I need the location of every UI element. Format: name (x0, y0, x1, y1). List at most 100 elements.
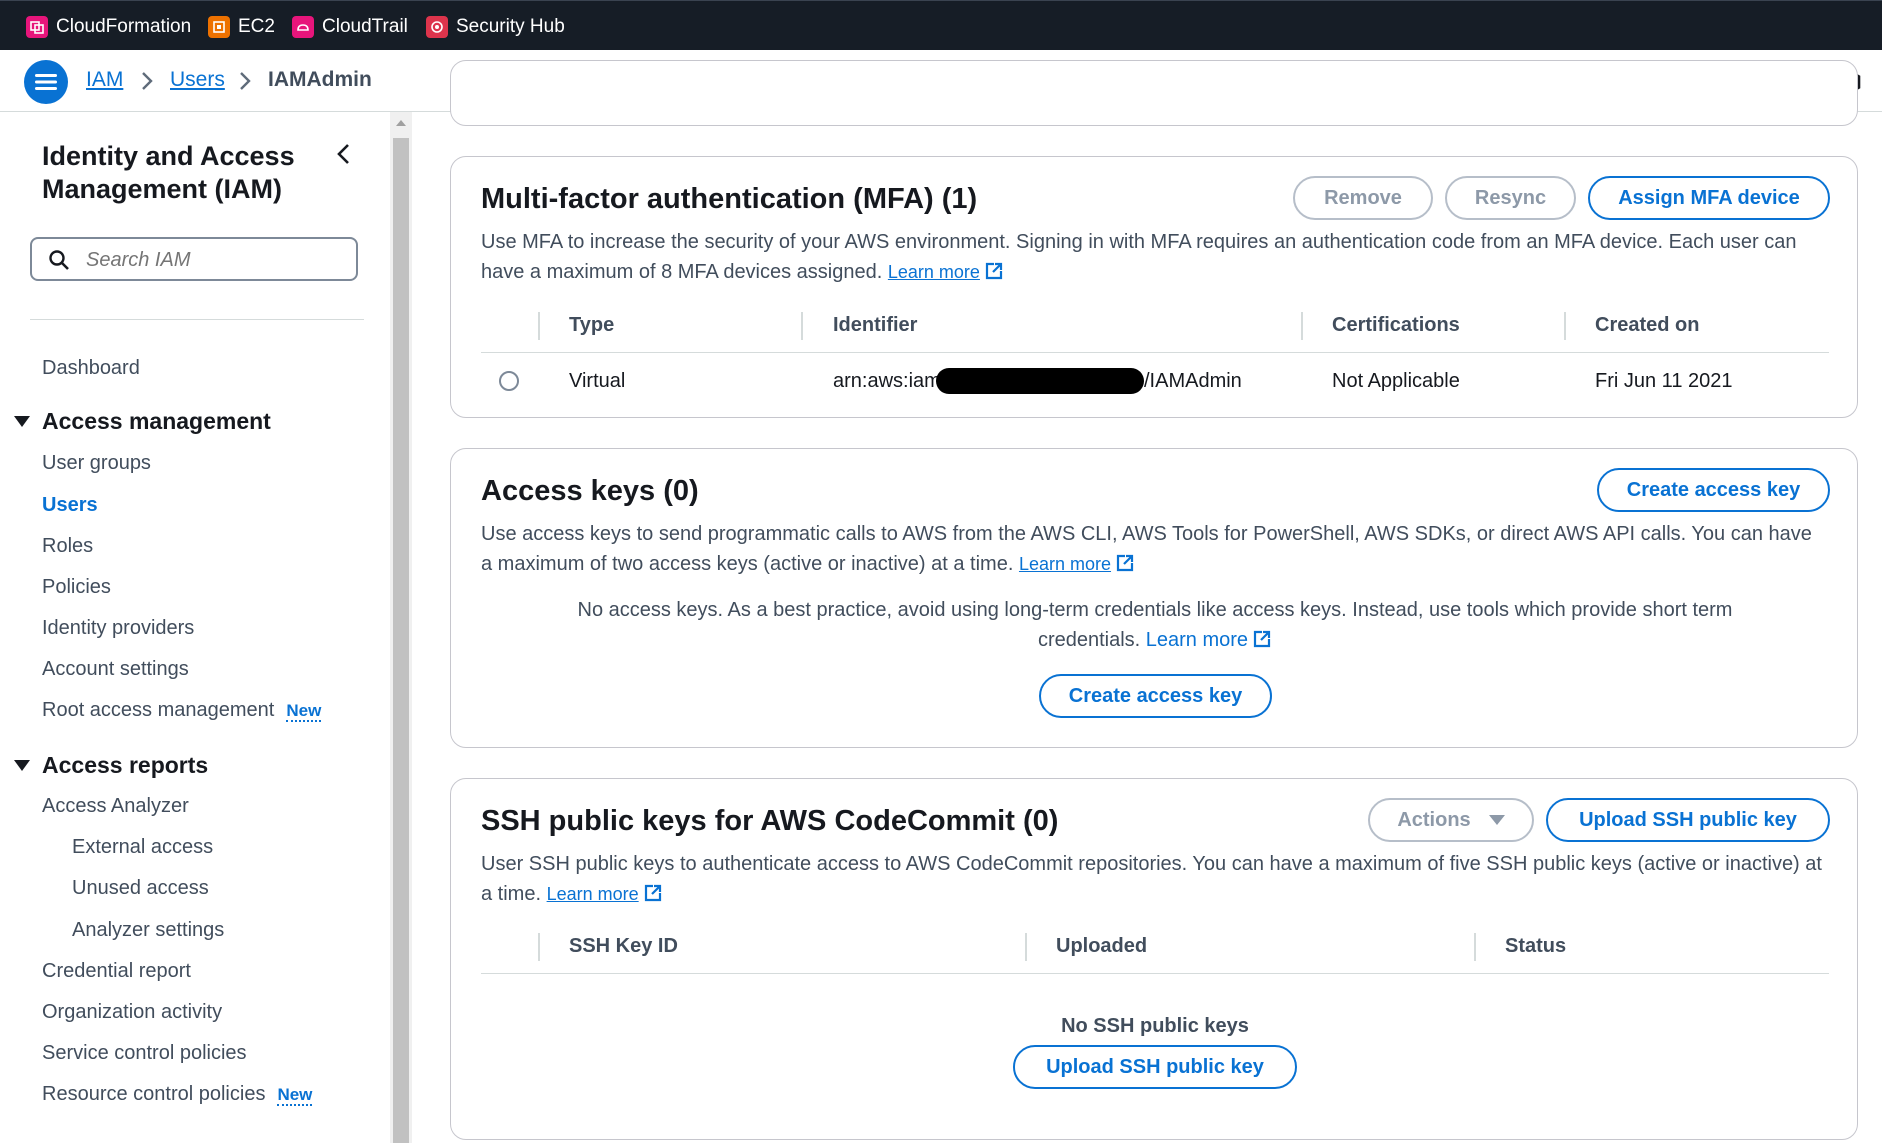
sidebar-scrollbar[interactable] (390, 112, 412, 1143)
nav-account-settings[interactable]: Account settings (42, 658, 189, 681)
learn-more-label: Learn more (1145, 629, 1249, 651)
learn-more-label: Learn more (887, 262, 980, 282)
actions-label: Actions (1397, 808, 1471, 831)
previous-panel-edge (450, 60, 1858, 126)
collapse-sidebar-icon[interactable] (334, 142, 354, 166)
column-separator (538, 312, 540, 340)
nav-resource-control-policies[interactable]: Resource control policies New (42, 1083, 313, 1106)
ssh-empty-text: No SSH public keys (1061, 1015, 1249, 1037)
ec2-icon (208, 16, 230, 38)
nav-section-access-management[interactable]: Access management (14, 408, 271, 435)
nav-unused-access[interactable]: Unused access (72, 877, 209, 900)
chevron-right-icon (240, 72, 251, 90)
favorite-cloudformation[interactable]: CloudFormation (26, 15, 191, 39)
access-keys-empty-line2: credentials. Learn more (481, 625, 1829, 655)
ssh-learn-more-link[interactable]: Learn more (547, 884, 663, 904)
nav-label: Resource control policies (42, 1083, 266, 1105)
remove-button[interactable]: Remove (1293, 176, 1433, 220)
column-separator (538, 933, 540, 961)
nav-access-analyzer[interactable]: Access Analyzer (42, 795, 189, 818)
scroll-thumb[interactable] (393, 138, 409, 1143)
mfa-identifier-prefix: arn:aws:iam (833, 370, 941, 392)
favorite-label: CloudFormation (56, 16, 192, 37)
access-keys-description: Use access keys to send programmatic cal… (481, 519, 1826, 579)
sidebar-title[interactable]: Identity and Access Management (IAM) (42, 140, 295, 206)
nav-analyzer-settings[interactable]: Analyzer settings (72, 919, 224, 942)
column-separator (1564, 312, 1566, 340)
favorite-security-hub[interactable]: Security Hub (426, 15, 565, 39)
cloudformation-icon (26, 16, 48, 38)
new-badge: New (277, 1085, 313, 1106)
mfa-description-text: Use MFA to increase the security of your… (481, 231, 1797, 283)
ssh-description-text: User SSH public keys to authenticate acc… (481, 853, 1822, 905)
actions-dropdown-button[interactable]: Actions (1368, 798, 1534, 842)
favorite-cloudtrail[interactable]: CloudTrail (292, 15, 408, 39)
nav-organization-activity[interactable]: Organization activity (42, 1001, 222, 1024)
access-keys-title: Access keys (0) (481, 475, 699, 507)
column-separator (1025, 933, 1027, 961)
nav-users[interactable]: Users (42, 494, 98, 517)
ssh-keys-panel: SSH public keys for AWS CodeCommit (0) A… (450, 778, 1858, 1140)
empty-text-label: credentials. (1037, 629, 1141, 651)
side-navigation: Identity and Access Management (IAM) Das… (0, 112, 391, 1143)
mfa-description: Use MFA to increase the security of your… (481, 227, 1826, 287)
favorite-label: EC2 (238, 16, 275, 37)
breadcrumb-current: IAMAdmin (268, 68, 372, 91)
mfa-title: Multi-factor authentication (MFA) (1) (481, 183, 978, 215)
favorite-label: Security Hub (456, 16, 565, 37)
table-header-divider (481, 973, 1829, 974)
upload-ssh-public-key-empty-button[interactable]: Upload SSH public key (1013, 1045, 1297, 1089)
nav-identity-providers[interactable]: Identity providers (42, 617, 194, 640)
nav-user-groups[interactable]: User groups (42, 452, 151, 475)
caret-down-icon (14, 416, 30, 427)
access-keys-panel: Access keys (0) Create access key Use ac… (450, 448, 1858, 748)
caret-down-icon (1488, 815, 1505, 825)
row-select-radio[interactable] (499, 371, 519, 391)
breadcrumb-users[interactable]: Users (170, 68, 225, 92)
chevron-right-icon (142, 72, 153, 90)
nav-section-access-reports[interactable]: Access reports (14, 752, 208, 779)
mfa-identifier-suffix: /IAMAdmin (1144, 370, 1242, 392)
nav-dashboard[interactable]: Dashboard (42, 357, 140, 380)
nav-external-access[interactable]: External access (72, 836, 213, 859)
search-box[interactable] (30, 237, 358, 281)
access-keys-learn-more-link[interactable]: Learn more (1019, 554, 1135, 574)
sidebar-title-line2: Management (IAM) (42, 174, 283, 204)
scroll-up-arrow-icon[interactable] (396, 120, 406, 126)
cloudtrail-icon (292, 16, 314, 38)
create-access-key-empty-button[interactable]: Create access key (1039, 674, 1272, 718)
nav-credential-report[interactable]: Credential report (42, 960, 191, 983)
sidebar-divider (30, 319, 364, 320)
mfa-created-on: Fri Jun 11 2021 (1595, 370, 1733, 392)
nav-root-access-management[interactable]: Root access management New (42, 699, 322, 722)
col-uploaded: Uploaded (1056, 935, 1148, 957)
nav-label: Root access management (42, 699, 275, 721)
external-link-icon (1116, 554, 1134, 572)
mfa-learn-more-link[interactable]: Learn more (888, 262, 1004, 282)
new-badge: New (286, 701, 322, 722)
external-link-icon (644, 884, 661, 902)
learn-more-label: Learn more (1018, 554, 1112, 574)
access-keys-empty-learn-more-link[interactable]: Learn more (1146, 629, 1272, 651)
search-input[interactable] (84, 243, 348, 277)
breadcrumb-iam[interactable]: IAM (86, 68, 123, 92)
service-favorites-bar: CloudFormation EC2 CloudTrail Security H… (0, 0, 1882, 50)
upload-ssh-public-key-button[interactable]: Upload SSH public key (1546, 798, 1830, 842)
create-access-key-button[interactable]: Create access key (1597, 468, 1830, 512)
assign-mfa-device-button[interactable]: Assign MFA device (1588, 176, 1830, 220)
column-separator (1301, 312, 1303, 340)
sidebar-title-line1: Identity and Access (42, 141, 295, 171)
ssh-description: User SSH public keys to authenticate acc… (481, 849, 1826, 909)
nav-policies[interactable]: Policies (42, 576, 111, 599)
mfa-certifications: Not Applicable (1332, 370, 1460, 392)
resync-button[interactable]: Resync (1445, 176, 1576, 220)
nav-roles[interactable]: Roles (42, 535, 93, 558)
nav-section-label: Access reports (42, 752, 209, 778)
favorite-ec2[interactable]: EC2 (208, 15, 275, 39)
table-header-divider (481, 352, 1829, 353)
caret-down-icon (14, 760, 30, 771)
ssh-title: SSH public keys for AWS CodeCommit (0) (481, 805, 1059, 837)
menu-toggle-button[interactable] (24, 60, 68, 104)
col-certifications: Certifications (1332, 314, 1460, 336)
nav-service-control-policies[interactable]: Service control policies (42, 1042, 247, 1065)
